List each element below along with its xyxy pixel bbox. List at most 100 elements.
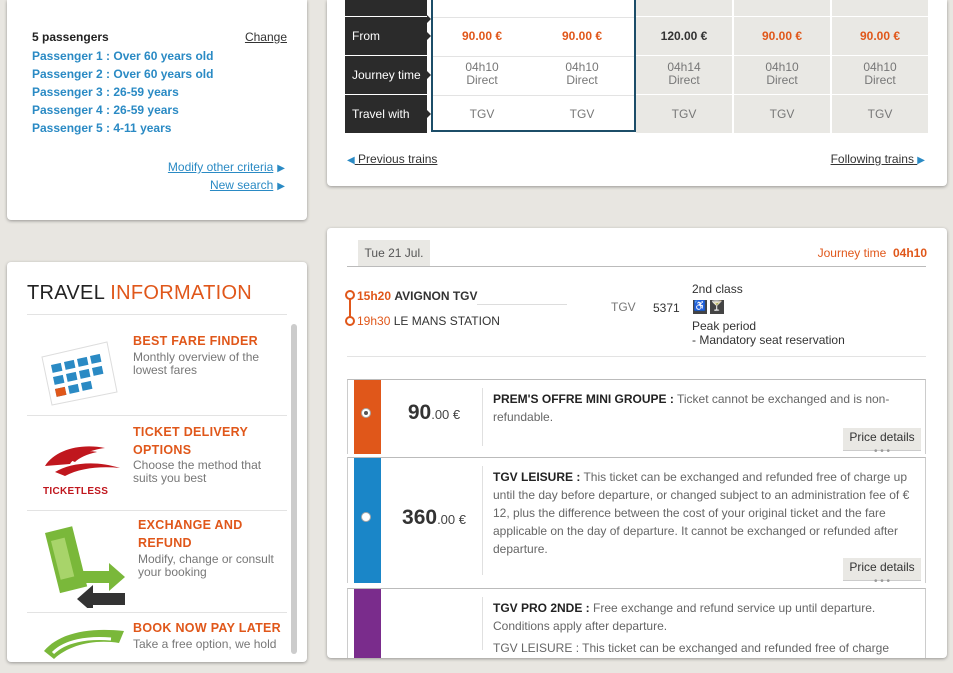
connection-type: Direct (864, 73, 896, 87)
fare-name: TGV PRO 2NDE : (493, 601, 590, 615)
train-type-cell: TGV (636, 95, 732, 133)
fare-description: PREM'S OFFRE MINI GROUPE : Ticket cannot… (493, 390, 923, 426)
journey-time-value: 04h10 (892, 246, 927, 260)
price-details-button[interactable]: Price details • • • (843, 558, 921, 587)
departure-station: AVIGNON TGV (394, 289, 478, 303)
fare-option[interactable]: 90.00 € PREM'S OFFRE MINI GROUPE : Ticke… (347, 379, 926, 457)
table-cell (636, 0, 732, 16)
previous-trains-label: Previous trains (358, 152, 438, 166)
arrow-left-icon: ◀ (347, 155, 355, 166)
table-cell (832, 0, 928, 16)
selected-train-outline (431, 0, 636, 132)
fare-radio[interactable] (361, 408, 371, 418)
duration-cell: 04h14 Direct (636, 56, 732, 94)
duration-value: 04h10 (765, 60, 799, 74)
journey-time-summary: Journey time 04h10 (818, 246, 927, 260)
book-now-pay-later-desc: Take a free option, we hold (133, 637, 277, 651)
following-trains-link[interactable]: Following trains ▶ (831, 152, 925, 166)
fare-radio[interactable] (361, 512, 371, 522)
duration-cell: 04h10 Direct (734, 56, 830, 94)
arrival-station: LE MANS STATION (393, 314, 500, 328)
departure-stop: 15h20 AVIGNON TGV (357, 289, 478, 303)
journey-details-panel: Tue 21 Jul. Journey time 04h10 15h20 AVI… (327, 228, 947, 658)
fare-price-integer: 360 (402, 506, 438, 529)
fare-price-decimal: .00 € (437, 512, 466, 527)
departure-dot-icon (345, 290, 355, 300)
seat-reservation-note: - Mandatory seat reservation (692, 333, 845, 347)
journey-date-tab: Tue 21 Jul. (358, 240, 430, 266)
exchange-refund-item[interactable]: EXCHANGE AND REFUND Modify, change or co… (27, 510, 287, 613)
arrow-right-icon: ▶ (277, 163, 285, 174)
connection-type: Direct (668, 73, 700, 87)
table-cell (734, 0, 830, 16)
bar-service-icon: 🍸 (710, 300, 724, 314)
exchange-arrows-icon (37, 523, 132, 613)
arrival-time: 19h30 (357, 314, 391, 328)
best-fare-finder-title: BEST FARE FINDER (133, 334, 258, 348)
row-label-from: From (345, 17, 431, 55)
fare-name: TGV LEISURE : (493, 470, 581, 484)
title-part-1: TRAVEL (27, 282, 111, 304)
fare-name: PREM'S OFFRE MINI GROUPE : (493, 392, 674, 406)
ticket-delivery-title: TICKET DELIVERY OPTIONS (133, 425, 248, 457)
ticketless-logo-text: TICKETLESS (43, 486, 109, 497)
best-fare-finder-desc: Monthly overview of the lowest fares (133, 350, 260, 377)
fare-description: TGV PRO 2NDE : Free exchange and refund … (493, 599, 923, 635)
row-label-travel-with: Travel with (345, 95, 431, 133)
more-dots-icon: • • • (873, 576, 891, 587)
passenger-item: Passenger 3 : 26-59 years (32, 85, 179, 99)
price-details-label: Price details (849, 560, 915, 574)
more-dots-icon: • • • (873, 446, 891, 457)
fare-conditions-cut-off: TGV LEISURE : This ticket can be exchang… (493, 641, 890, 655)
fare-separator (482, 597, 483, 650)
fare-price: 360.00 € (388, 506, 480, 530)
fare-option[interactable]: TGV PRO 2NDE : Free exchange and refund … (347, 588, 926, 658)
passenger-count: 5 passengers (32, 30, 109, 44)
divider (347, 266, 926, 267)
fare-price-decimal: .00 € (431, 407, 461, 422)
best-fare-finder-item[interactable]: BEST FARE FINDER Monthly overview of the… (27, 314, 287, 415)
fare-separator (482, 388, 483, 446)
arrival-stop: 19h30 LE MANS STATION (357, 314, 500, 328)
connection-type: Direct (766, 73, 798, 87)
calendar-icon (37, 337, 122, 407)
previous-trains-link[interactable]: ◀ Previous trains (347, 152, 437, 166)
fare-option[interactable]: 360.00 € TGV LEISURE : This ticket can b… (347, 457, 926, 587)
fare-color-strip (354, 589, 381, 658)
departure-time: 15h20 (357, 289, 392, 303)
book-now-pay-later-title: BOOK NOW PAY LATER (133, 621, 282, 635)
change-passengers-link[interactable]: Change (245, 30, 287, 44)
passenger-count-header: 5 passengers Change (32, 30, 287, 44)
title-part-2: INFORMATION (110, 282, 253, 304)
info-scrollbar[interactable] (291, 324, 297, 654)
passenger-item: Passenger 2 : Over 60 years old (32, 67, 214, 81)
modify-criteria-link[interactable]: Modify other criteria ▶ (168, 160, 285, 174)
price-details-button[interactable]: Price details • • • (843, 428, 921, 457)
ticket-delivery-item[interactable]: TICKETLESS TICKET DELIVERY OPTIONS Choos… (27, 415, 287, 511)
ticket-icon (39, 621, 129, 661)
price-cell[interactable]: 120.00 € (636, 17, 732, 55)
passenger-list: Passenger 1 : Over 60 years old Passenge… (32, 47, 213, 137)
price-details-label: Price details (849, 430, 915, 444)
divider (347, 356, 926, 357)
route-rule (477, 304, 567, 305)
exchange-refund-title: EXCHANGE AND REFUND (138, 518, 243, 550)
passenger-item: Passenger 1 : Over 60 years old (32, 49, 214, 63)
train-results-table: From 90.00 € 90.00 € 120.00 € 90.00 € 90… (327, 0, 947, 186)
ticketless-logo-icon: TICKETLESS (35, 438, 130, 503)
arrow-right-icon: ▶ (917, 155, 925, 166)
passenger-item: Passenger 4 : 26-59 years (32, 103, 179, 117)
ticket-delivery-desc: Choose the method that suits you best (133, 458, 262, 485)
fare-separator (482, 466, 483, 575)
row-label-journey-time: Journey time (345, 56, 431, 94)
price-cell[interactable]: 90.00 € (734, 17, 830, 55)
train-type-cell: TGV (734, 95, 830, 133)
train-number: 5371 (653, 301, 680, 315)
book-now-pay-later-item[interactable]: BOOK NOW PAY LATER Take a free option, w… (27, 612, 287, 673)
wheelchair-icon: ♿ (693, 300, 707, 314)
price-cell[interactable]: 90.00 € (832, 17, 928, 55)
new-search-link[interactable]: New search ▶ (210, 178, 285, 192)
travel-information-title: TRAVEL INFORMATION (27, 282, 252, 305)
arrival-dot-icon (345, 316, 355, 326)
passengers-panel: 5 passengers Change Passenger 1 : Over 6… (7, 0, 307, 220)
